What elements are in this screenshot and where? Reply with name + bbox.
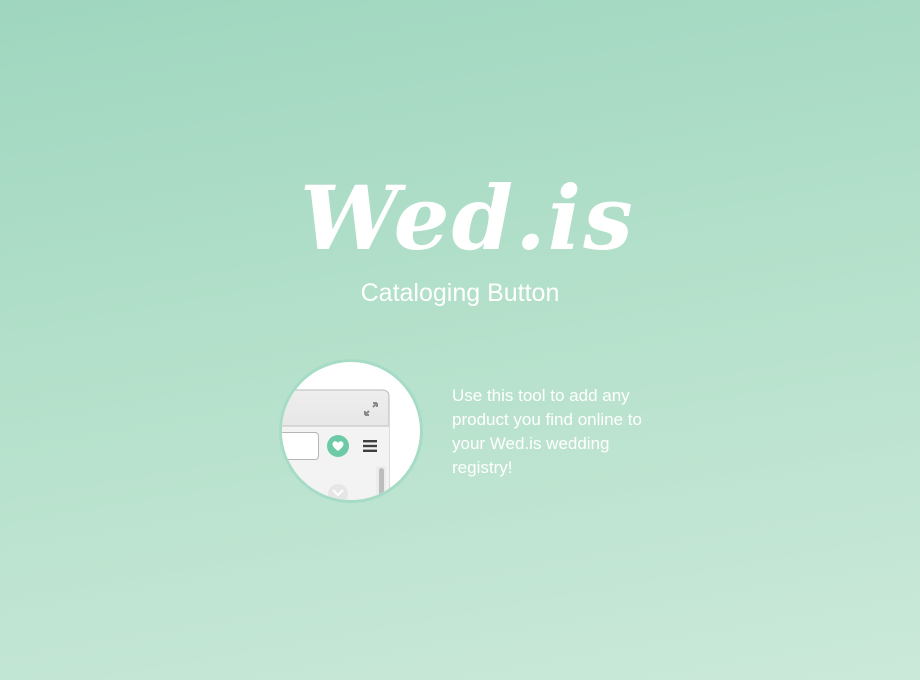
browser-preview-illustration bbox=[279, 359, 423, 503]
page-subtitle: Cataloging Button bbox=[360, 279, 560, 307]
heart-icon bbox=[327, 435, 349, 457]
address-bar bbox=[282, 432, 319, 460]
wedis-logo: Wed.is bbox=[300, 166, 635, 270]
expand-icon bbox=[364, 402, 378, 416]
tool-description: Use this tool to add any product you fin… bbox=[452, 386, 642, 477]
menu-icon bbox=[363, 440, 377, 452]
